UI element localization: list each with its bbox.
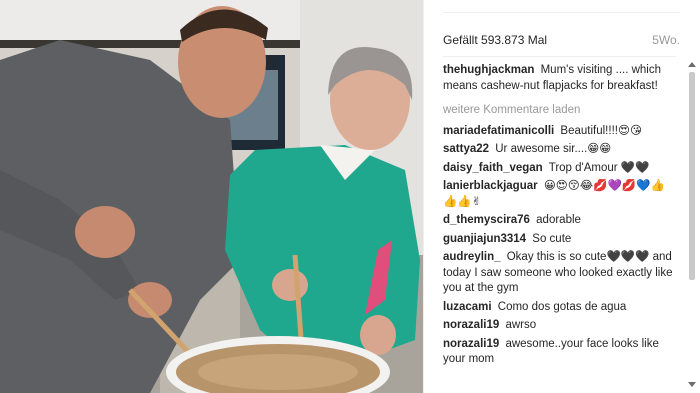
comment-text: Ur awesome sir....😁😁: [495, 143, 612, 155]
comment-item: daisy_faith_vegan Trop d'Amour 🖤🖤: [443, 161, 673, 177]
top-divider: [443, 12, 680, 13]
caption-username[interactable]: thehughjackman: [443, 64, 534, 76]
comment-username[interactable]: sattya22: [443, 143, 489, 155]
comment-username[interactable]: mariadefatimanicolli: [443, 125, 554, 137]
scroll-down-arrow-icon[interactable]: [688, 382, 696, 387]
comment-username[interactable]: daisy_faith_vegan: [443, 162, 543, 174]
caption: thehughjackman Mum's visiting .... which…: [443, 63, 673, 94]
comment-username[interactable]: guanjiajun3314: [443, 233, 526, 245]
comments-scrollbar[interactable]: [687, 58, 698, 393]
comment-item: d_themyscira76 adorable: [443, 213, 673, 229]
comment-text: Beautiful!!!!😍😘: [560, 124, 642, 137]
scroll-up-arrow-icon[interactable]: [688, 62, 696, 67]
comment-username[interactable]: d_themyscira76: [443, 214, 530, 226]
photo-image: [0, 0, 423, 393]
comment-username[interactable]: norazali19: [443, 338, 499, 350]
comment-text: Como dos gotas de agua: [497, 300, 627, 313]
likes-row: Gefällt 593.873 Mal 5Wo.: [443, 33, 680, 47]
comment-item: norazali19 awrso: [443, 318, 673, 334]
comment-username[interactable]: norazali19: [443, 319, 499, 331]
comment-list: thehughjackman Mum's visiting .... which…: [443, 63, 673, 393]
load-more-comments-link[interactable]: weitere Kommentare laden: [443, 103, 673, 119]
comment-item: mariadefatimanicolli Beautiful!!!!😍😘: [443, 124, 673, 140]
comment-username[interactable]: luzacami: [443, 301, 492, 313]
post-age[interactable]: 5Wo.: [652, 33, 680, 47]
post-photo[interactable]: [0, 0, 423, 393]
comment-item: audreylin_ Okay this is so cute🖤🖤🖤 and t…: [443, 250, 673, 297]
comment-item: guanjiajun3314 So cute: [443, 232, 673, 248]
comment-item: sattya22 Ur awesome sir....😁😁: [443, 142, 673, 158]
likes-count[interactable]: Gefällt 593.873 Mal: [443, 33, 547, 47]
comment-text: Trop d'Amour 🖤🖤: [548, 161, 650, 174]
comment-text: awrso: [505, 319, 537, 331]
comment-text: adorable: [536, 214, 581, 226]
comment-text: So cute: [532, 232, 572, 245]
comment-item: lanierblackjaguar 😀😍😚😂💋💜💋💙👍👍👍✌: [443, 179, 673, 210]
comments-panel: Gefällt 593.873 Mal 5Wo. thehughjackman …: [423, 0, 700, 393]
comment-item: luzacami Como dos gotas de agua: [443, 300, 673, 316]
scroll-thumb[interactable]: [689, 72, 695, 280]
comments-divider: [443, 56, 676, 57]
comment-item: norazali19 awesome..your face looks like…: [443, 337, 673, 368]
comment-username[interactable]: audreylin_: [443, 251, 501, 263]
comment-username[interactable]: lanierblackjaguar: [443, 180, 538, 192]
